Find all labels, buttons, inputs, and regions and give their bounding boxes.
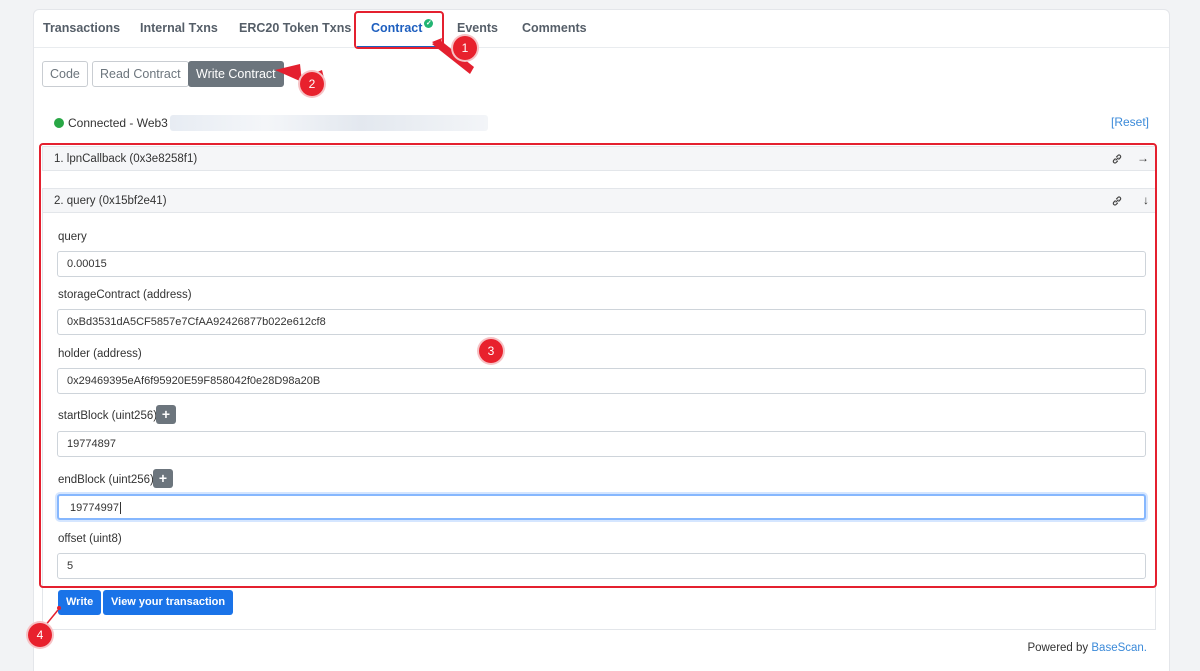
- annotation-badge-4: 4: [28, 623, 52, 647]
- annotation-box-contract-tab: [354, 11, 444, 49]
- tab-events[interactable]: Events: [457, 21, 498, 35]
- annotation-box-query-form: [39, 143, 1157, 588]
- annotation-badge-1: 1: [453, 36, 477, 60]
- reset-link[interactable]: [Reset]: [1111, 115, 1149, 129]
- basescan-link[interactable]: BaseScan.: [1091, 642, 1147, 654]
- blurred-wallet-address: [169, 115, 488, 131]
- powered-by-prefix: Powered by: [1027, 642, 1092, 654]
- annotation-badge-3: 3: [479, 339, 503, 363]
- tab-transactions[interactable]: Transactions: [43, 21, 120, 35]
- tab-internal-txns[interactable]: Internal Txns: [140, 21, 218, 35]
- tab-erc20-token-txns[interactable]: ERC20 Token Txns: [239, 21, 351, 35]
- connected-status-icon: [54, 118, 64, 128]
- write-button[interactable]: Write: [58, 590, 102, 615]
- read-contract-button[interactable]: Read Contract: [92, 61, 189, 87]
- connection-status: Connected - Web3: [54, 115, 488, 131]
- annotation-badge-2: 2: [300, 72, 324, 96]
- powered-by: Powered by BaseScan.: [1027, 642, 1147, 654]
- view-transaction-button[interactable]: View your transaction: [103, 590, 234, 615]
- tab-comments[interactable]: Comments: [522, 21, 587, 35]
- tab-bar: Transactions Internal Txns ERC20 Token T…: [34, 10, 1169, 48]
- write-contract-button[interactable]: Write Contract: [188, 61, 284, 87]
- connection-label: Connected - Web3: [68, 116, 168, 130]
- code-button[interactable]: Code: [42, 61, 88, 87]
